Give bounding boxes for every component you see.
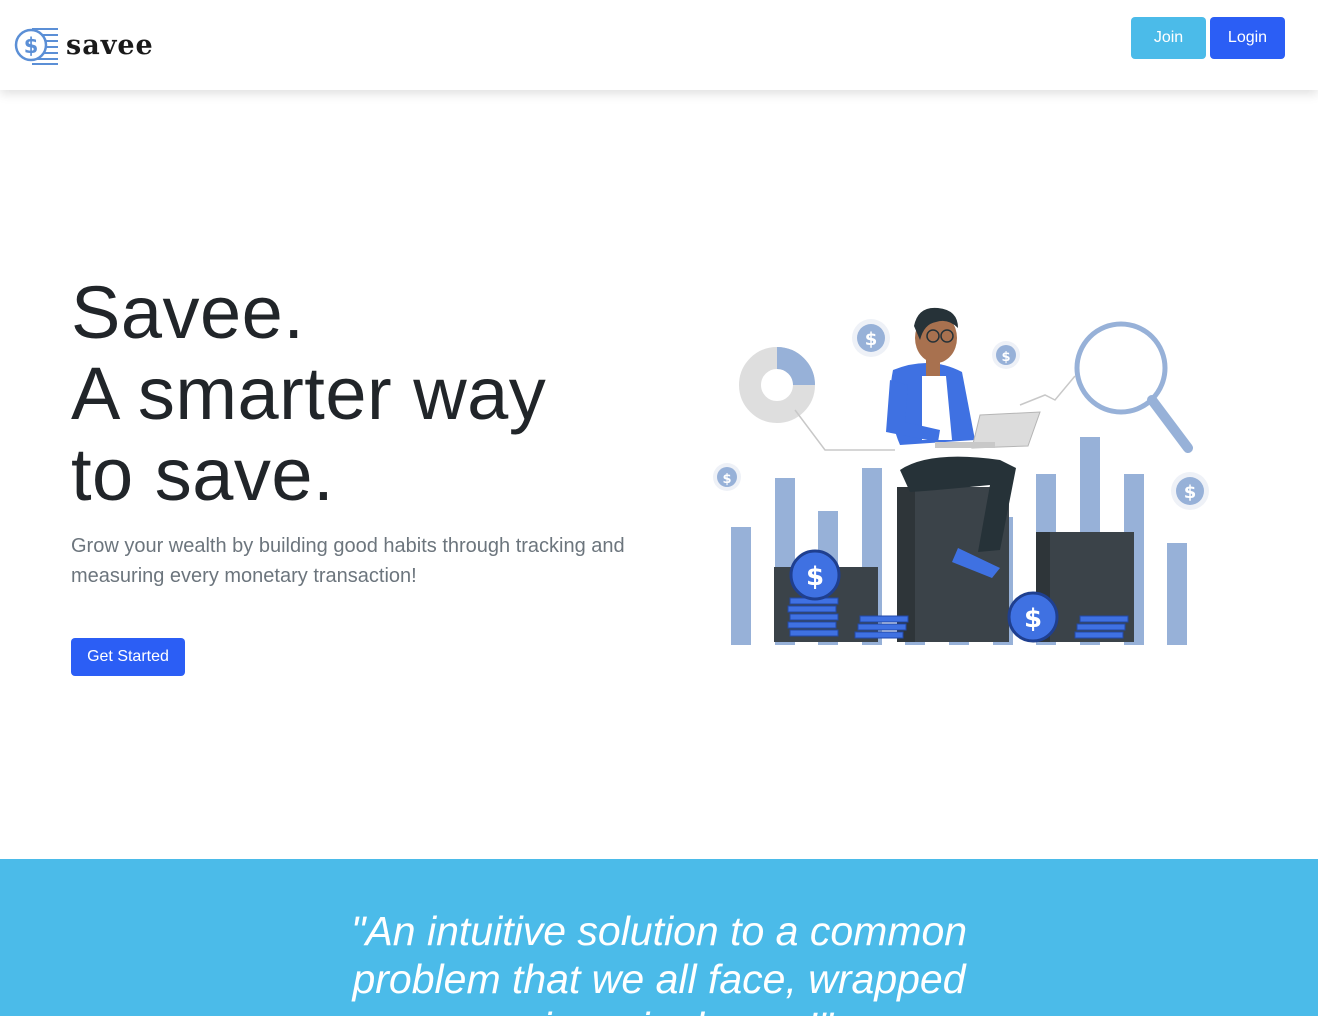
svg-text:$: $ (722, 472, 731, 487)
quote-line: problem that we all face, wrapped (352, 956, 966, 1002)
testimonial-band: "An intuitive solution to a common probl… (0, 859, 1318, 1016)
hero-subtitle: Grow your wealth by building good habits… (71, 535, 625, 587)
get-started-button[interactable]: Get Started (71, 638, 185, 676)
svg-text:$: $ (865, 329, 878, 350)
dollar-coin-stack-icon: $ (14, 28, 58, 65)
login-button[interactable]: Login (1210, 17, 1285, 59)
svg-text:$: $ (24, 34, 39, 58)
hero-title-line: to save. (71, 433, 335, 516)
hero-title-line: Savee. (71, 271, 305, 354)
hero-title: Savee. A smarter way to save. (71, 272, 671, 515)
person-on-bar-chart-with-coins-illustration: $ $ $ $ $ $ (713, 307, 1209, 645)
svg-text:$: $ (806, 562, 824, 592)
svg-text:$: $ (1184, 482, 1197, 503)
hero-title-line: A smarter way (71, 352, 547, 435)
brand-name: savee (66, 29, 154, 61)
svg-text:$: $ (1001, 350, 1010, 365)
join-button[interactable]: Join (1131, 17, 1206, 59)
svg-text:$: $ (1024, 604, 1042, 634)
navbar: $ savee Join Login (0, 0, 1318, 90)
quote-line: "An intuitive solution to a common (350, 908, 968, 954)
brand-logo-link[interactable]: $ savee (14, 24, 154, 66)
testimonial-quote: "An intuitive solution to a common probl… (0, 907, 1318, 1016)
quote-line: up in a single app!" (0, 1003, 1318, 1016)
